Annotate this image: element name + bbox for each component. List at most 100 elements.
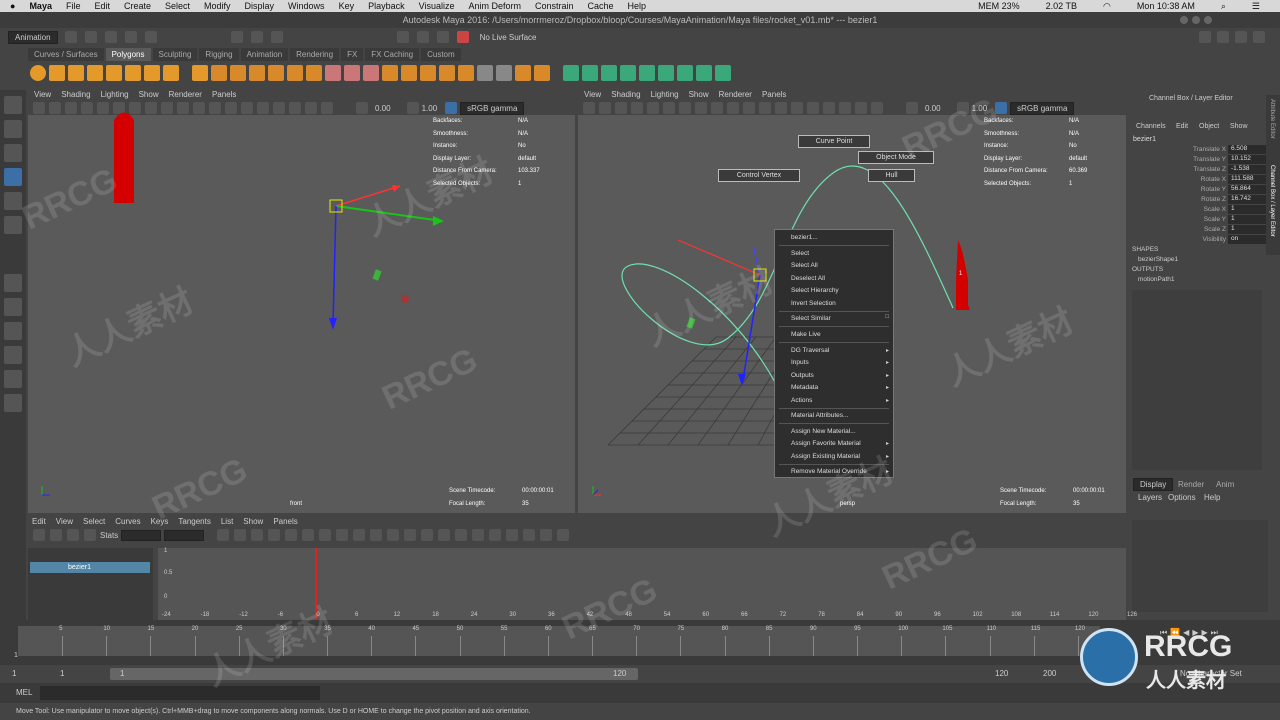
pre-infinity-icon[interactable] <box>506 529 519 541</box>
attr-name[interactable]: Translate Z <box>1182 166 1226 173</box>
bevel-icon[interactable] <box>363 65 379 81</box>
offset-edge-loop-icon[interactable] <box>496 65 512 81</box>
shelf-tab-fx-caching[interactable]: FX Caching <box>365 48 420 61</box>
combine-icon[interactable] <box>211 65 227 81</box>
boolean-icon[interactable] <box>287 65 303 81</box>
layer-menu-layers[interactable]: Layers <box>1138 493 1162 502</box>
target-weld-icon[interactable] <box>420 65 436 81</box>
frame-selection-icon[interactable] <box>234 529 247 541</box>
ctx-item-make-live[interactable]: Make Live <box>791 331 821 338</box>
side-tab-channel-box[interactable]: Channel Box / Layer Editor <box>1269 165 1275 237</box>
output-node[interactable]: motionPath1 <box>1138 276 1175 283</box>
persp-outliner-icon[interactable] <box>4 370 22 388</box>
channel-box-toggle-icon[interactable] <box>1253 31 1265 43</box>
scale-tool-icon[interactable] <box>4 216 22 234</box>
poly-pyramid-icon[interactable] <box>144 65 160 81</box>
uv-cut-icon[interactable] <box>658 65 674 81</box>
outliner-persp-graph-icon[interactable] <box>4 394 22 412</box>
ctx-item-outputs[interactable]: Outputs <box>791 372 814 379</box>
slide-edge-icon[interactable] <box>515 65 531 81</box>
bridge-icon[interactable] <box>344 65 360 81</box>
ctx-item-metadata[interactable]: Metadata <box>791 384 818 391</box>
attr-name[interactable]: Scale X <box>1182 206 1226 213</box>
uv-layout-icon[interactable] <box>715 65 731 81</box>
rotate-tool-icon[interactable] <box>4 192 22 210</box>
shelf-tab-sculpting[interactable]: Sculpting <box>152 48 198 61</box>
channel-menu-show[interactable]: Show <box>1230 123 1248 130</box>
list-icon[interactable]: ☰ <box>1252 1 1260 12</box>
shape-node[interactable]: bezierShape1 <box>1138 256 1178 263</box>
ctx-item-material-attributes[interactable]: Material Attributes... <box>791 412 848 419</box>
smooth-icon[interactable] <box>268 65 284 81</box>
poly-cube-icon[interactable] <box>49 65 65 81</box>
clamped-tangent-icon[interactable] <box>302 529 315 541</box>
uv-editor-icon[interactable] <box>639 65 655 81</box>
ctx-item-actions[interactable]: Actions <box>791 397 812 404</box>
menu-help[interactable]: Help <box>628 1 647 11</box>
poly-pipe-icon[interactable] <box>163 65 179 81</box>
lattice-icon[interactable] <box>67 529 79 541</box>
uv-auto-icon[interactable] <box>582 65 598 81</box>
search-icon[interactable]: ⌕ <box>1221 1 1226 12</box>
ctx-item-select-hierarchy[interactable]: Select Hierarchy <box>791 287 839 294</box>
ctx-item-inputs[interactable]: Inputs <box>791 359 809 366</box>
stats-field-1[interactable] <box>121 529 162 541</box>
ctx-item-assign-new-material[interactable]: Assign New Material... <box>791 428 856 435</box>
graph-menu-edit[interactable]: Edit <box>32 517 46 526</box>
lock-tangent-icon[interactable] <box>455 529 468 541</box>
lasso-tool-icon[interactable] <box>4 120 22 138</box>
side-by-side-icon[interactable] <box>4 322 22 340</box>
side-tab-attribute-editor[interactable]: Attribute Editor <box>1269 99 1275 139</box>
layer-tab-render[interactable]: Render <box>1178 480 1204 489</box>
layer-menu-options[interactable]: Options <box>1168 493 1196 502</box>
ctx-item-assign-favorite-material[interactable]: Assign Favorite Material <box>791 440 861 447</box>
menu-key[interactable]: Key <box>339 1 355 11</box>
graph-menu-show[interactable]: Show <box>243 517 263 526</box>
shelf-tab-animation[interactable]: Animation <box>240 48 289 61</box>
snap-curve-icon[interactable] <box>416 31 429 43</box>
menu-constrain[interactable]: Constrain <box>535 1 574 11</box>
step-tangent-icon[interactable] <box>353 529 366 541</box>
playback-start-field[interactable]: 1 <box>60 669 64 678</box>
mirror-icon[interactable] <box>306 65 322 81</box>
unify-tangent-icon[interactable] <box>421 529 434 541</box>
denormalize-icon[interactable] <box>489 529 502 541</box>
quad-draw-icon[interactable] <box>458 65 474 81</box>
save-scene-icon[interactable] <box>104 31 117 43</box>
flip-icon[interactable] <box>534 65 550 81</box>
layer-tab-anim[interactable]: Anim <box>1216 480 1234 489</box>
mel-label[interactable]: MEL <box>16 688 32 697</box>
post-infinity-icon[interactable] <box>523 529 536 541</box>
outliner-item-bezier1[interactable]: bezier1 <box>30 562 150 573</box>
linear-tangent-icon[interactable] <box>319 529 332 541</box>
snap-grid-icon[interactable] <box>396 31 409 43</box>
shelf-tab-fx[interactable]: FX <box>341 48 364 61</box>
marking-menu-curve-point[interactable]: Curve Point <box>798 135 870 148</box>
open-scene-icon[interactable] <box>84 31 97 43</box>
extract-icon[interactable] <box>249 65 265 81</box>
menu-windows[interactable]: Windows <box>288 1 325 11</box>
select-by-object-icon[interactable] <box>250 31 263 43</box>
shelf-tab-rendering[interactable]: Rendering <box>290 48 340 61</box>
auto-tangent-icon[interactable] <box>268 529 281 541</box>
menu-create[interactable]: Create <box>124 1 151 11</box>
graph-menu-view[interactable]: View <box>56 517 73 526</box>
graph-menu-select[interactable]: Select <box>83 517 105 526</box>
marking-menu-hull[interactable]: Hull <box>868 169 915 182</box>
poly-cone-icon[interactable] <box>87 65 103 81</box>
option-box-icon[interactable]: □ <box>885 314 889 320</box>
menu-display[interactable]: Display <box>245 1 275 11</box>
marking-menu-object-mode[interactable]: Object Mode <box>858 151 934 164</box>
channel-menu-edit[interactable]: Edit <box>1176 123 1188 130</box>
normalize-icon[interactable] <box>472 529 485 541</box>
ctx-item-select[interactable]: Select <box>791 250 809 257</box>
spline-tangent-icon[interactable] <box>285 529 298 541</box>
shelf-tab-custom[interactable]: Custom <box>421 48 461 61</box>
poly-soccer-icon[interactable] <box>192 65 208 81</box>
graph-menu-curves[interactable]: Curves <box>115 517 140 526</box>
shelf-tab-polygons[interactable]: Polygons <box>105 48 151 61</box>
single-view-icon[interactable] <box>4 274 22 292</box>
minimize-icon[interactable] <box>1180 16 1188 24</box>
uv-sew-icon[interactable] <box>677 65 693 81</box>
attr-name[interactable]: Visibility <box>1182 236 1226 243</box>
